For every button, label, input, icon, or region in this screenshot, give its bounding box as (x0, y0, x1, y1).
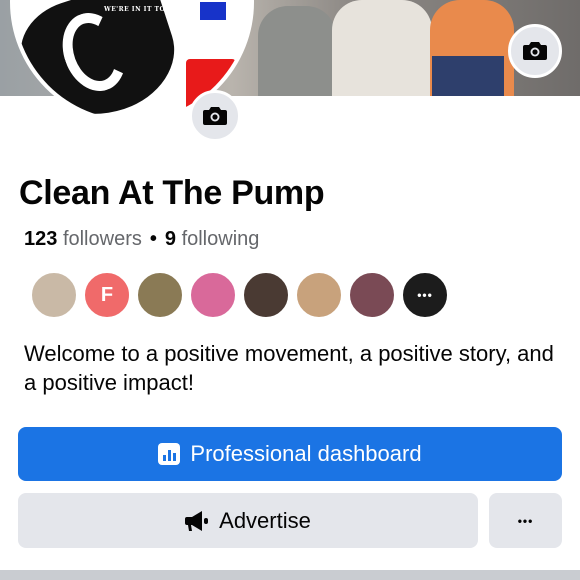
following-count[interactable]: 9 (165, 228, 176, 250)
bar-chart-icon (158, 443, 181, 465)
professional-dashboard-button[interactable]: Professional dashboard (18, 427, 562, 481)
follower-avatar[interactable] (242, 271, 290, 319)
advertise-button[interactable]: Advertise (18, 493, 478, 548)
more-horizontal-icon: ••• (517, 513, 534, 528)
follow-stats: 123 followers • 9 following (24, 228, 259, 251)
following-label[interactable]: following (182, 228, 260, 250)
edit-cover-photo-button[interactable] (508, 24, 562, 78)
section-divider (0, 570, 580, 580)
followers-label[interactable]: followers (63, 228, 142, 250)
advertise-label: Advertise (219, 507, 311, 533)
page-title: Clean At The Pump (19, 174, 325, 212)
follower-avatar[interactable] (136, 271, 184, 319)
edit-profile-picture-button[interactable] (189, 90, 241, 142)
follower-avatar[interactable] (189, 271, 237, 319)
separator-dot: • (149, 228, 157, 250)
logo-shape (200, 2, 226, 20)
follower-avatar[interactable] (295, 271, 343, 319)
follower-avatar[interactable]: F (83, 271, 131, 319)
camera-icon (523, 42, 547, 60)
follower-avatar[interactable] (30, 271, 78, 319)
page-bio: Welcome to a positive movement, a positi… (24, 341, 554, 395)
cover-photo-clothing (432, 56, 504, 96)
logo-text: WE'RE IN IT TOGETHER (104, 6, 198, 13)
cover-photo-person (258, 6, 336, 96)
followers-count[interactable]: 123 (24, 228, 57, 250)
follower-avatar[interactable] (348, 271, 396, 319)
cover-photo-person (332, 0, 432, 96)
megaphone-icon (185, 510, 209, 531)
professional-dashboard-label: Professional dashboard (190, 441, 422, 466)
followers-preview: F ••• (30, 271, 454, 319)
more-options-button[interactable]: ••• (489, 493, 562, 548)
more-followers-button[interactable]: ••• (401, 271, 449, 319)
camera-icon (203, 107, 227, 125)
